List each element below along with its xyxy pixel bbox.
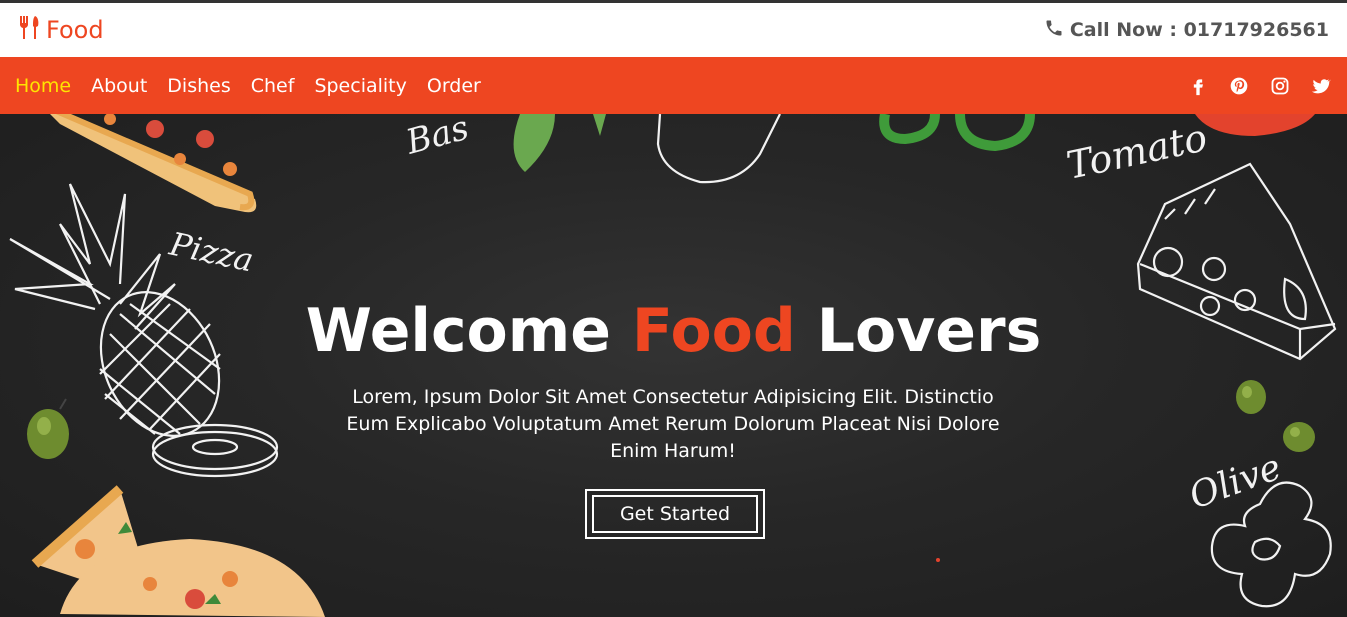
main-navbar: Home About Dishes Chef Speciality Order bbox=[0, 57, 1347, 114]
nav-item-dishes[interactable]: Dishes bbox=[167, 75, 230, 97]
call-now-text: Call Now : 01717926561 bbox=[1069, 19, 1329, 41]
hero-section: Pizza Bas Tomato Olive Welcome Food Love… bbox=[0, 114, 1347, 617]
hero-content: Welcome Food Lovers Lorem, Ipsum Dolor S… bbox=[0, 114, 1347, 617]
brand-logo[interactable]: Food bbox=[18, 14, 104, 46]
twitter-icon[interactable] bbox=[1309, 74, 1332, 97]
facebook-icon[interactable] bbox=[1186, 74, 1209, 97]
nav-item-home[interactable]: Home bbox=[15, 75, 71, 97]
hero-title-part2: Lovers bbox=[816, 296, 1042, 366]
get-started-button[interactable]: Get Started bbox=[585, 489, 765, 539]
nav-item-speciality[interactable]: Speciality bbox=[314, 75, 406, 97]
nav-item-about[interactable]: About bbox=[91, 75, 147, 97]
brand-name: Food bbox=[46, 16, 104, 44]
instagram-icon[interactable] bbox=[1268, 74, 1291, 97]
nav-item-order[interactable]: Order bbox=[427, 75, 481, 97]
top-bar: Food Call Now : 01717926561 bbox=[0, 3, 1347, 57]
phone-icon bbox=[1044, 18, 1064, 43]
nav-links: Home About Dishes Chef Speciality Order bbox=[15, 75, 481, 97]
hero-title-part1: Welcome bbox=[305, 296, 611, 366]
hero-title-accent: Food bbox=[631, 296, 796, 366]
hero-description: Lorem, Ipsum Dolor Sit Amet Consectetur … bbox=[346, 386, 1000, 462]
social-links bbox=[1186, 74, 1332, 97]
call-now[interactable]: Call Now : 01717926561 bbox=[1044, 18, 1329, 43]
utensils-icon bbox=[18, 14, 40, 46]
hero-title: Welcome Food Lovers bbox=[0, 296, 1347, 366]
get-started-label: Get Started bbox=[592, 495, 758, 533]
pinterest-icon[interactable] bbox=[1227, 74, 1250, 97]
nav-item-chef[interactable]: Chef bbox=[251, 75, 295, 97]
